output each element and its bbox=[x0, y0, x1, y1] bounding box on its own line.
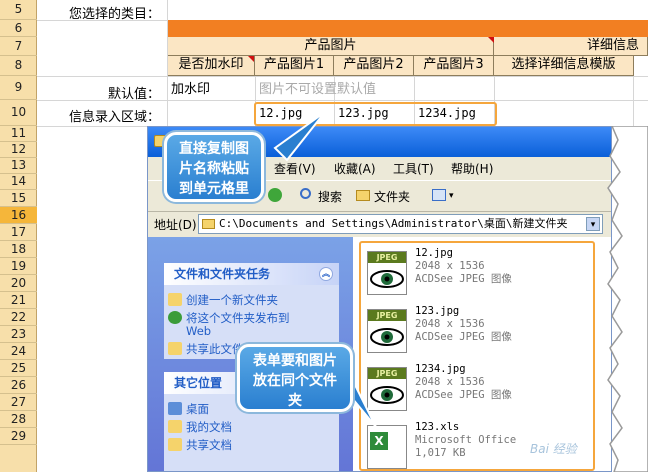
row-number-19[interactable]: 19 bbox=[0, 258, 37, 275]
search-button[interactable]: 搜索 bbox=[318, 188, 342, 205]
sub-header-img2: 产品图片2 bbox=[334, 56, 414, 76]
grid-line bbox=[37, 76, 648, 77]
menu-help[interactable]: 帮助(H) bbox=[451, 160, 493, 177]
watermark: Bai 经验 bbox=[530, 442, 577, 456]
row-number-24[interactable]: 24 bbox=[0, 343, 37, 360]
default-image-note: 图片不可设置默认值 bbox=[259, 82, 377, 97]
row-number-21[interactable]: 21 bbox=[0, 292, 37, 309]
collapse-icon[interactable]: ︽ bbox=[319, 267, 333, 281]
bubble-pointer-1 bbox=[273, 111, 326, 162]
category-label: 您选择的类目： bbox=[68, 7, 160, 22]
row-number-10[interactable]: 10 bbox=[0, 100, 37, 126]
shared-docs-icon bbox=[168, 438, 182, 451]
search-icon[interactable] bbox=[300, 188, 311, 199]
entry-label: 信息录入区域： bbox=[68, 110, 160, 125]
address-path: C:\Documents and Settings\Administrator\… bbox=[219, 217, 568, 230]
default-label: 默认值： bbox=[107, 87, 160, 102]
jpeg-file-icon: JPEG bbox=[367, 251, 407, 295]
comment-marker-2[interactable] bbox=[248, 56, 254, 62]
file-type: 1,017 KB bbox=[415, 447, 466, 459]
row-number-7[interactable]: 7 bbox=[0, 37, 37, 56]
views-dropdown-icon[interactable]: ▾ bbox=[449, 191, 454, 201]
row-number-12[interactable]: 12 bbox=[0, 142, 37, 158]
address-bar: 地址(D) C:\Documents and Settings\Administ… bbox=[148, 212, 611, 236]
row-number-5[interactable]: 5 bbox=[0, 0, 37, 20]
file-name: 12.jpg bbox=[415, 247, 453, 259]
row-number-18[interactable]: 18 bbox=[0, 241, 37, 258]
file-tasks-title[interactable]: 文件和文件夹任务 ︽ bbox=[164, 263, 339, 285]
folders-icon[interactable] bbox=[356, 190, 370, 201]
place-my-documents[interactable]: 我的文档 bbox=[164, 418, 339, 436]
file-type: ACDSee JPEG 图像 bbox=[415, 331, 512, 343]
file-dims: 2048 x 1536 bbox=[415, 260, 485, 272]
menu-favorites[interactable]: 收藏(A) bbox=[334, 160, 376, 177]
category-value-cell[interactable] bbox=[168, 0, 648, 21]
file-dims: Microsoft Office bbox=[415, 434, 517, 446]
documents-icon bbox=[168, 420, 182, 433]
row-number-22[interactable]: 22 bbox=[0, 309, 37, 326]
entry-img2[interactable]: 123.jpg bbox=[338, 106, 389, 120]
file-name: 1234.jpg bbox=[415, 363, 466, 375]
sub-header-img3: 产品图片3 bbox=[414, 56, 494, 76]
row-number-8[interactable]: 8 bbox=[0, 56, 37, 76]
place-shared-documents[interactable]: 共享文档 bbox=[164, 436, 339, 454]
header-details: 详细信息 bbox=[494, 37, 648, 56]
desktop-icon bbox=[168, 402, 182, 415]
comment-marker[interactable] bbox=[488, 37, 494, 43]
task-publish-web-2[interactable]: Web bbox=[164, 322, 339, 340]
jpeg-file-icon: JPEG bbox=[367, 309, 407, 353]
row-number-25[interactable]: 25 bbox=[0, 360, 37, 377]
forward-arrow-icon[interactable] bbox=[268, 188, 282, 202]
callout-copy-names: 直接复制图片名称粘贴到单元格里 bbox=[164, 132, 264, 202]
sub-header-template: 选择详细信息模版 bbox=[494, 56, 634, 76]
file-item[interactable]: JPEG 123.jpg 2048 x 1536 ACDSee JPEG 图像 bbox=[363, 303, 603, 367]
callout-same-folder: 表单要和图片放在同个文件夹 bbox=[237, 344, 353, 412]
row-number-13[interactable]: 13 bbox=[0, 158, 37, 174]
file-name: 123.xls bbox=[415, 421, 460, 433]
jpeg-tag: JPEG bbox=[368, 252, 406, 263]
sub-header-img1: 产品图片1 bbox=[255, 56, 334, 76]
file-name: 123.jpg bbox=[415, 305, 460, 317]
default-watermark-cell[interactable]: 加水印 bbox=[171, 80, 255, 100]
row-number-26[interactable]: 26 bbox=[0, 377, 37, 394]
row-number-20[interactable]: 20 bbox=[0, 275, 37, 292]
file-type: ACDSee JPEG 图像 bbox=[415, 273, 512, 285]
row-number-29[interactable]: 29 bbox=[0, 428, 37, 445]
row-number-9[interactable]: 9 bbox=[0, 76, 37, 100]
sub-header-watermark: 是否加水印 bbox=[168, 56, 255, 76]
folders-button[interactable]: 文件夹 bbox=[374, 188, 410, 205]
file-dims: 2048 x 1536 bbox=[415, 376, 485, 388]
new-folder-icon bbox=[168, 293, 182, 306]
header-product-images: 产品图片 bbox=[168, 37, 494, 56]
orange-band bbox=[168, 20, 648, 37]
share-icon bbox=[168, 342, 182, 355]
row-number-11[interactable]: 11 bbox=[0, 126, 37, 142]
file-type: ACDSee JPEG 图像 bbox=[415, 389, 512, 401]
file-list: JPEG 12.jpg 2048 x 1536 ACDSee JPEG 图像 JPEG 1… bbox=[353, 237, 611, 471]
file-dims: 2048 x 1536 bbox=[415, 318, 485, 330]
address-label: 地址(D) bbox=[154, 218, 197, 232]
menu-tools[interactable]: 工具(T) bbox=[393, 160, 434, 177]
row-number-15[interactable]: 15 bbox=[0, 190, 37, 207]
row-number-23[interactable]: 23 bbox=[0, 326, 37, 343]
row-number-17[interactable]: 17 bbox=[0, 224, 37, 241]
file-item[interactable]: JPEG 12.jpg 2048 x 1536 ACDSee JPEG 图像 bbox=[363, 245, 603, 309]
torn-edge bbox=[607, 126, 648, 472]
file-item[interactable]: JPEG 1234.jpg 2048 x 1536 ACDSee JPEG 图像 bbox=[363, 361, 603, 425]
address-input[interactable]: C:\Documents and Settings\Administrator\… bbox=[198, 214, 603, 234]
entry-img3[interactable]: 1234.jpg bbox=[418, 106, 476, 120]
row-number-6[interactable]: 6 bbox=[0, 20, 37, 37]
jpeg-tag: JPEG bbox=[368, 310, 406, 321]
row-number-16[interactable]: 16 bbox=[0, 207, 37, 224]
row-number-27[interactable]: 27 bbox=[0, 394, 37, 411]
address-folder-icon bbox=[202, 219, 215, 229]
views-icon[interactable] bbox=[432, 189, 446, 201]
row-number-28[interactable]: 28 bbox=[0, 411, 37, 428]
task-new-folder[interactable]: 创建一个新文件夹 bbox=[164, 291, 339, 309]
row-number-14[interactable]: 14 bbox=[0, 174, 37, 190]
